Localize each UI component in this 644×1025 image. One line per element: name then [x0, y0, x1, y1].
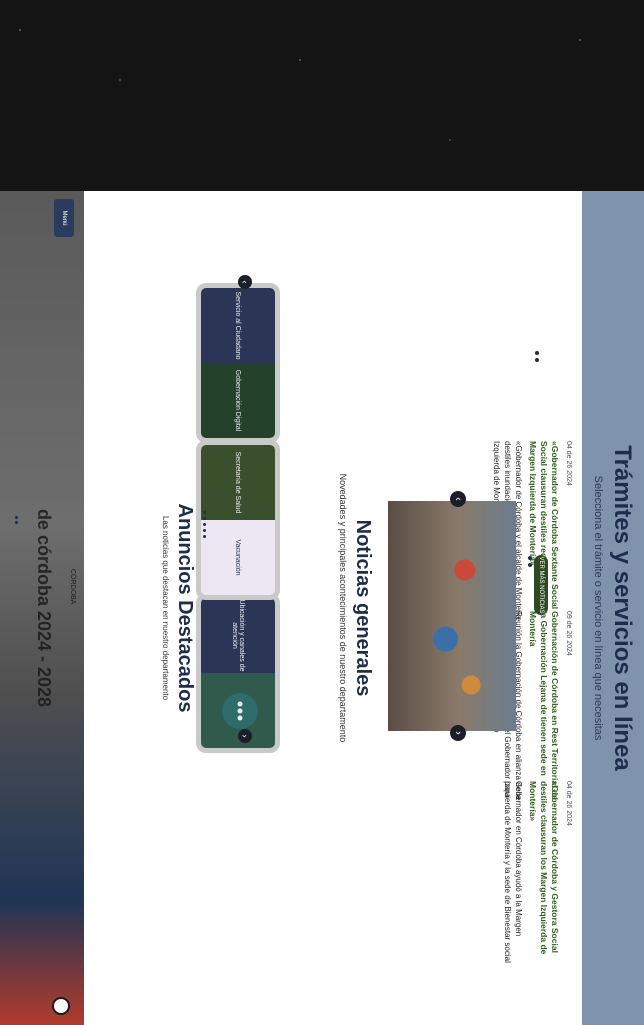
news-headline[interactable]: «Gobernador de Córdoba y Gestora Social …: [527, 781, 560, 971]
carousel-dots[interactable]: [15, 516, 18, 524]
more-news-button[interactable]: VER MÁS NOTICIAS: [534, 555, 548, 615]
section-subtitle: Las noticias que destacan en nuestro dep…: [161, 515, 170, 701]
card-text: Secretaría de Salud: [201, 445, 275, 520]
announcement-card[interactable]: Servicio al Ciudadano Gobernación Digita…: [196, 283, 280, 443]
news-body: Gobernador en Córdoba ayudó a la Margen …: [503, 781, 523, 963]
page-content: Trámites y servicios en línea Selecciona…: [0, 191, 644, 1025]
section-title: Noticias generales: [352, 519, 374, 697]
hero-banner: de córdoba 2024 - 2028 CÓRDOBA Menú: [0, 191, 84, 1025]
section-title: Anuncios Destacados: [174, 503, 196, 713]
tramites-subtitle: Selecciona el trámite o servicio en líne…: [592, 475, 604, 741]
menu-button[interactable]: Menú: [54, 199, 74, 237]
prev-icon[interactable]: ‹: [238, 275, 252, 289]
carousel-dots[interactable]: [535, 351, 539, 362]
news-date: 04 de 26 2024: [565, 781, 572, 826]
announcement-card[interactable]: Ubicación y canales de atención: [196, 593, 280, 753]
tramites-banner[interactable]: Trámites y servicios en línea Selecciona…: [582, 191, 644, 1025]
card-text: Servicio al Ciudadano: [201, 288, 275, 363]
card-text: Ubicación y canales de atención: [201, 598, 275, 673]
carousel-dots[interactable]: [528, 556, 532, 567]
news-date: 09 de 26 2024: [565, 611, 572, 656]
card-image: Vacunación: [201, 520, 275, 595]
chat-icon[interactable]: [52, 997, 70, 1015]
carousel-dots[interactable]: [203, 511, 206, 538]
next-icon[interactable]: ›: [238, 729, 252, 743]
news-item[interactable]: 04 de 26 2024 «Gobernador de Córdoba y G…: [502, 781, 574, 971]
tramites-title: Trámites y servicios en línea: [609, 445, 636, 771]
hero-title: de córdoba 2024 - 2028: [34, 508, 54, 708]
announcement-card[interactable]: Secretaría de Salud Vacunación: [196, 440, 280, 600]
news-prev-button[interactable]: ‹: [450, 491, 466, 507]
news-photo[interactable]: [388, 501, 516, 731]
news-next-button[interactable]: ›: [450, 725, 466, 741]
logo: CÓRDOBA: [69, 569, 76, 605]
card-text: Gobernación Digital: [201, 363, 275, 438]
news-headline[interactable]: Gobernación de Córdoba en Rest Territori…: [527, 611, 560, 801]
section-subtitle: Novedades y principales acontecimientos …: [338, 473, 348, 743]
news-date: 04 de 26 2024: [565, 441, 572, 486]
